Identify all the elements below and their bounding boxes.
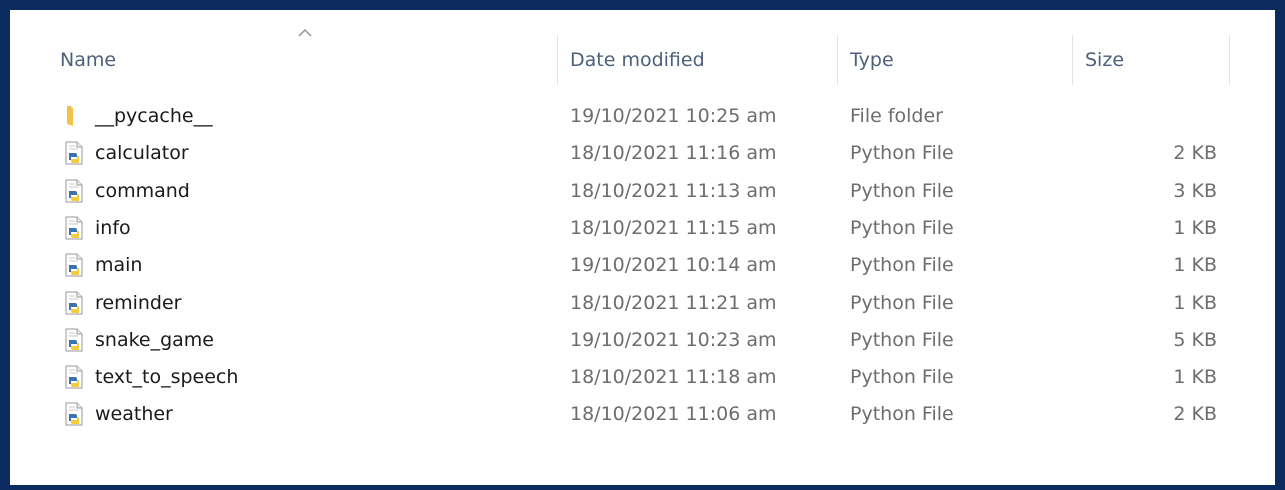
- file-type: Python File: [850, 142, 954, 165]
- file-date-modified: 18/10/2021 11:18 am: [570, 366, 777, 389]
- file-type: Python File: [850, 403, 954, 426]
- file-row[interactable]: info 18/10/2021 11:15 am Python File 1 KB: [10, 210, 1275, 247]
- python-file-icon: [62, 328, 86, 352]
- file-size: 1 KB: [1173, 291, 1217, 314]
- column-header-type[interactable]: Type: [838, 35, 1073, 85]
- file-explorer-pane: Name Date modified Type Size __pycache__…: [10, 10, 1275, 485]
- file-name: text_to_speech: [95, 366, 239, 389]
- column-header-type-label: Type: [850, 49, 894, 71]
- file-date-modified: 18/10/2021 11:16 am: [570, 142, 777, 165]
- file-row[interactable]: command 18/10/2021 11:13 am Python File 3 K…: [10, 173, 1275, 210]
- file-type: Python File: [850, 366, 954, 389]
- column-header-date-label: Date modified: [570, 49, 705, 71]
- file-row[interactable]: weather 18/10/2021 11:06 am Python File 2 K…: [10, 396, 1275, 433]
- file-size: 2 KB: [1173, 403, 1217, 426]
- file-type: File folder: [850, 105, 943, 127]
- file-row[interactable]: reminder 18/10/2021 11:21 am Python File 1 …: [10, 285, 1275, 322]
- column-header-row: Name Date modified Type Size: [10, 10, 1275, 105]
- python-file-icon: [62, 365, 86, 389]
- file-date-modified: 19/10/2021 10:23 am: [570, 328, 777, 351]
- column-header-name[interactable]: Name: [48, 35, 558, 85]
- file-name: weather: [95, 403, 173, 426]
- file-name: info: [95, 216, 131, 239]
- file-size: 5 KB: [1173, 328, 1217, 351]
- python-file-icon: [62, 141, 86, 165]
- file-row[interactable]: __pycache__ 19/10/2021 10:25 am File folde…: [10, 98, 1275, 135]
- column-header-size[interactable]: Size: [1073, 35, 1230, 85]
- file-row[interactable]: calculator 18/10/2021 11:16 am Python File…: [10, 135, 1275, 172]
- file-name: __pycache__: [95, 105, 213, 127]
- file-size: 1 KB: [1173, 366, 1217, 389]
- file-row[interactable]: text_to_speech 18/10/2021 11:18 am Python …: [10, 359, 1275, 396]
- python-file-icon: [62, 216, 86, 240]
- python-file-icon: [62, 179, 86, 203]
- file-type: Python File: [850, 291, 954, 314]
- file-name: reminder: [95, 291, 182, 314]
- file-name: main: [95, 254, 143, 277]
- python-file-icon: [62, 402, 86, 426]
- file-name: calculator: [95, 142, 189, 165]
- file-size: 1 KB: [1173, 254, 1217, 277]
- file-type: Python File: [850, 328, 954, 351]
- column-header-name-label: Name: [60, 49, 117, 71]
- python-file-icon: [62, 253, 86, 277]
- file-name: command: [95, 179, 190, 202]
- folder-icon: [62, 104, 86, 128]
- file-type: Python File: [850, 179, 954, 202]
- file-size: [1085, 98, 1217, 135]
- file-date-modified: 18/10/2021 11:21 am: [570, 291, 777, 314]
- file-size: 2 KB: [1173, 142, 1217, 165]
- file-date-modified: 19/10/2021 10:14 am: [570, 254, 777, 277]
- file-row[interactable]: main 19/10/2021 10:14 am Python File 1 KB: [10, 247, 1275, 284]
- file-date-modified: 18/10/2021 11:13 am: [570, 179, 777, 202]
- file-type: Python File: [850, 254, 954, 277]
- file-date-modified: 19/10/2021 10:25 am: [570, 105, 777, 127]
- file-name: snake_game: [95, 328, 215, 351]
- file-size: 3 KB: [1173, 179, 1217, 202]
- file-type: Python File: [850, 216, 954, 239]
- python-file-icon: [62, 291, 86, 315]
- file-size: 1 KB: [1173, 216, 1217, 239]
- column-header-date-modified[interactable]: Date modified: [558, 35, 838, 85]
- file-row[interactable]: snake_game 19/10/2021 10:23 am Python File…: [10, 322, 1275, 359]
- file-date-modified: 18/10/2021 11:15 am: [570, 216, 777, 239]
- column-header-size-label: Size: [1085, 49, 1125, 71]
- file-date-modified: 18/10/2021 11:06 am: [570, 403, 777, 426]
